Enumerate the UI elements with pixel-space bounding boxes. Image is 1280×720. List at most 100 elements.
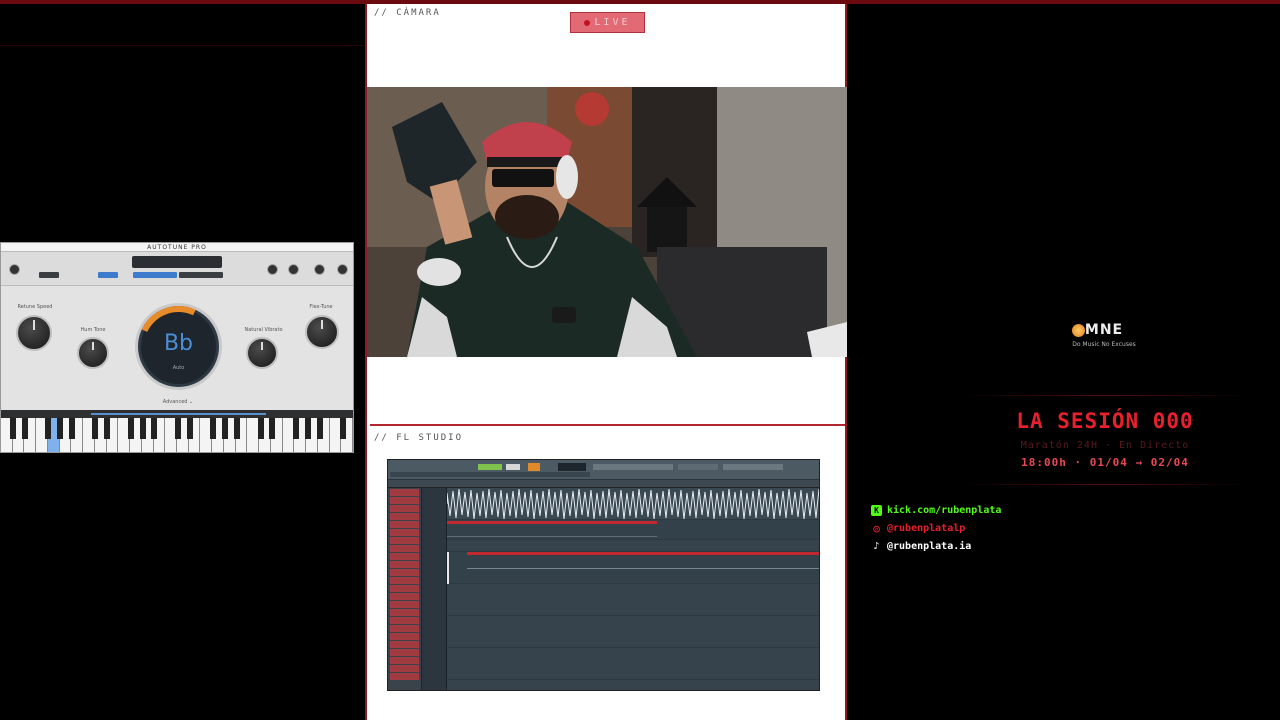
plugin-top-controls <box>1 252 353 286</box>
pitch-knob[interactable] <box>314 264 325 275</box>
preset-display[interactable] <box>132 256 222 268</box>
social-text[interactable]: @rubenplata.ia <box>887 541 971 552</box>
center-panel: // CÁMARA LIVE // FL STUDIO <box>365 4 847 720</box>
browser-item[interactable] <box>390 641 419 648</box>
browser-item[interactable] <box>390 537 419 544</box>
logo-tagline: Do Music No Excuses <box>1072 341 1136 348</box>
piano-black-key[interactable] <box>293 418 299 439</box>
browser-item[interactable] <box>390 521 419 528</box>
fl-toolbar[interactable] <box>388 460 819 480</box>
piano-black-key[interactable] <box>151 418 158 439</box>
browser-item[interactable] <box>390 617 419 624</box>
fl-browser[interactable] <box>388 488 422 690</box>
piano-black-key[interactable] <box>21 418 28 439</box>
humanize-knob[interactable] <box>77 337 109 369</box>
piano-black-key[interactable] <box>234 418 240 439</box>
waveform-line <box>446 488 819 520</box>
vibrato-knob[interactable] <box>246 337 278 369</box>
browser-item[interactable] <box>390 665 419 672</box>
pitch-bar <box>1 410 353 418</box>
social-text[interactable]: kick.com/rubenplata <box>887 505 1001 516</box>
playlist-track[interactable] <box>447 616 819 648</box>
piano-black-key[interactable] <box>222 418 229 439</box>
scale-button[interactable] <box>98 272 118 278</box>
playlist-track[interactable] <box>447 520 819 540</box>
playlist-track[interactable] <box>447 584 819 616</box>
browser-item[interactable] <box>390 545 419 552</box>
key-button[interactable] <box>39 272 59 278</box>
fl-studio-label: // FL STUDIO <box>374 433 464 443</box>
piano-black-key[interactable] <box>304 418 311 439</box>
social-tiktok[interactable]: ♪ @rubenplata.ia <box>871 541 971 552</box>
browser-item[interactable] <box>390 497 419 504</box>
piano-black-key[interactable] <box>316 418 323 439</box>
playlist-track[interactable] <box>447 552 819 584</box>
knob-label: Hum Tone <box>80 327 106 333</box>
divider-line <box>960 395 1250 396</box>
piano-black-key[interactable] <box>269 418 276 439</box>
webcam-feed <box>367 87 847 357</box>
graph-mode-button[interactable] <box>179 272 223 278</box>
mix-knob[interactable] <box>337 264 348 275</box>
piano-black-key[interactable] <box>92 418 99 439</box>
piano-black-key[interactable] <box>68 418 75 439</box>
browser-item[interactable] <box>390 657 419 664</box>
detected-note: Bb <box>163 331 194 356</box>
formant-knob[interactable] <box>267 264 278 275</box>
browser-item[interactable] <box>390 513 419 520</box>
piano-black-key[interactable] <box>210 418 217 439</box>
browser-item[interactable] <box>390 553 419 560</box>
browser-item[interactable] <box>390 625 419 632</box>
browser-item[interactable] <box>390 505 419 512</box>
retune-speed-knob[interactable] <box>16 315 52 351</box>
social-kick[interactable]: K kick.com/rubenplata <box>871 505 1001 516</box>
waveform-clip[interactable] <box>446 488 820 520</box>
browser-item[interactable] <box>390 593 419 600</box>
input-knob[interactable] <box>9 264 20 275</box>
playlist-track[interactable] <box>446 488 820 520</box>
browser-item[interactable] <box>390 609 419 616</box>
piano-black-key[interactable] <box>127 418 134 439</box>
fl-studio-window[interactable] <box>387 459 820 691</box>
browser-item[interactable] <box>390 585 419 592</box>
playlist-track[interactable] <box>447 540 819 552</box>
browser-item[interactable] <box>390 529 419 536</box>
social-text[interactable]: @rubenplatalp <box>887 523 965 534</box>
piano-black-key[interactable] <box>257 418 264 439</box>
live-badge: LIVE <box>570 12 645 33</box>
throat-knob[interactable] <box>288 264 299 275</box>
browser-item[interactable] <box>390 561 419 568</box>
fl-playlist[interactable] <box>446 488 820 690</box>
pitch-dial: Bb Auto <box>126 294 231 399</box>
plugin-title: AUTOTUNE PRO <box>1 243 353 252</box>
browser-item[interactable] <box>390 673 419 680</box>
piano-black-key[interactable] <box>175 418 181 439</box>
playlist-track[interactable] <box>447 648 819 680</box>
fl-track-headers[interactable] <box>422 488 447 690</box>
piano-black-key[interactable] <box>104 418 111 439</box>
piano-black-key[interactable] <box>9 418 16 439</box>
live-text: LIVE <box>594 17 631 28</box>
piano-black-key[interactable] <box>340 418 347 439</box>
browser-item[interactable] <box>390 649 419 656</box>
browser-item[interactable] <box>390 489 419 496</box>
piano-black-key[interactable] <box>57 418 63 439</box>
browser-item[interactable] <box>390 569 419 576</box>
divider-line <box>960 484 1250 485</box>
fl-playlist-toolbar[interactable] <box>388 480 819 488</box>
piano-black-key[interactable] <box>45 418 52 439</box>
autotune-plugin-window[interactable]: AUTOTUNE PRO Retune Speed Hum Tone Natur… <box>0 242 354 453</box>
social-instagram[interactable]: ◎ @rubenplatalp <box>871 522 965 535</box>
piano-black-key[interactable] <box>139 418 146 439</box>
piano-keyboard[interactable] <box>1 418 353 452</box>
browser-item[interactable] <box>390 633 419 640</box>
flex-tune-knob[interactable] <box>305 315 339 349</box>
advanced-toggle[interactable]: Advanced ⌄ <box>156 399 200 405</box>
piano-black-key[interactable] <box>186 418 193 439</box>
fl-toolbar-buttons[interactable] <box>388 460 820 480</box>
auto-mode-button[interactable] <box>133 272 177 278</box>
browser-item[interactable] <box>390 577 419 584</box>
browser-item[interactable] <box>390 601 419 608</box>
session-subtitle: Maratón 24H · En Directo <box>1020 440 1190 451</box>
webcam-image <box>367 87 847 357</box>
